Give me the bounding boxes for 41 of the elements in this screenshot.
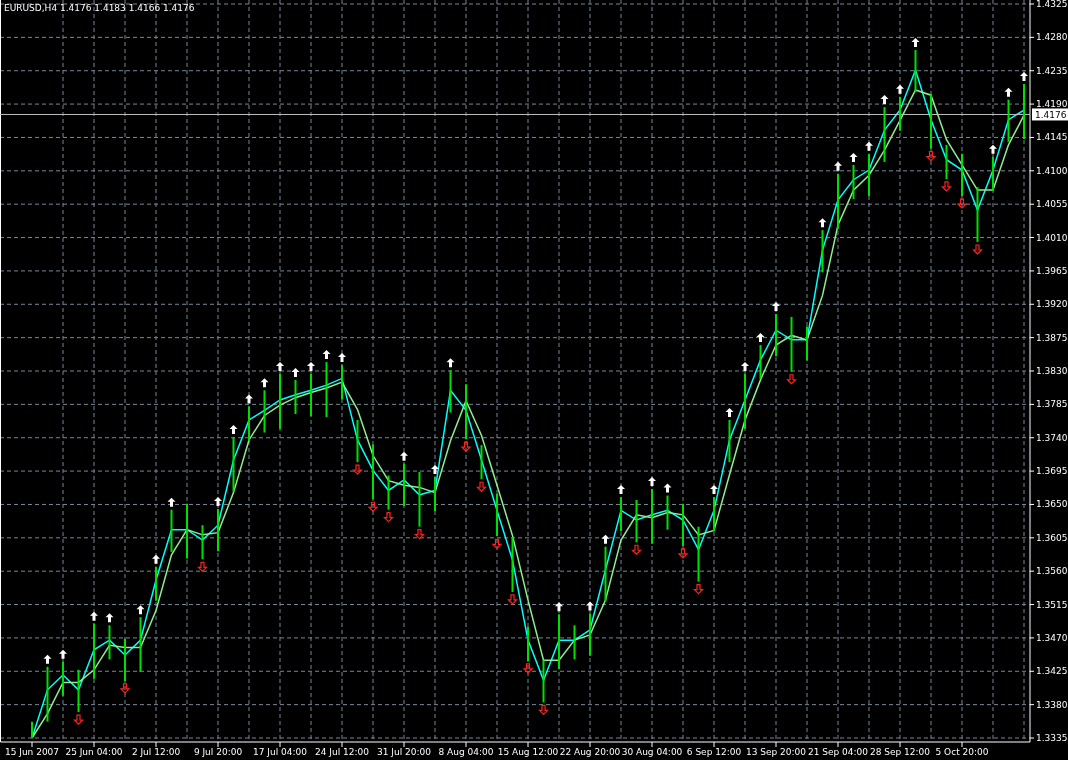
time-axis-label: 28 Sep 12:00 (869, 747, 931, 757)
price-axis-label: 1.4010 (1036, 232, 1068, 243)
price-axis-label: 1.3605 (1036, 532, 1068, 543)
time-axis-label: 2 Jul 12:00 (131, 747, 181, 757)
price-axis-label: 1.4190 (1036, 99, 1068, 110)
time-axis-label: 22 Aug 20:00 (559, 747, 621, 757)
price-axis-label: 1.4235 (1036, 65, 1068, 76)
chart-title: EURUSD,H4 1.4176 1.4183 1.4166 1.4176 (4, 3, 195, 13)
time-axis-label: 25 Jun 04:00 (65, 747, 123, 757)
price-axis-label: 1.3425 (1036, 666, 1068, 677)
time-axis-label: 15 Aug 12:00 (497, 747, 559, 757)
price-axis-label: 1.3875 (1036, 332, 1068, 343)
price-axis-label: 1.4325 (1036, 0, 1068, 9)
price-axis-label: 1.3785 (1036, 399, 1068, 410)
time-axis-label: 21 Sep 04:00 (807, 747, 869, 757)
price-axis-label: 1.3335 (1036, 733, 1068, 743)
price-axis-label: 1.3470 (1036, 632, 1068, 643)
price-axis-label: 1.3695 (1036, 466, 1068, 477)
price-axis-label: 1.3380 (1036, 699, 1068, 710)
time-axis-label: 17 Jul 04:00 (253, 747, 307, 757)
time-axis-label: 6 Sep 12:00 (686, 747, 742, 757)
time-axis-label: 9 Jul 20:00 (193, 747, 243, 757)
price-axis-label: 1.3920 (1036, 299, 1068, 310)
time-axis-label: 15 Jun 2007 (4, 747, 60, 757)
price-axis-label: 1.3650 (1036, 499, 1068, 510)
price-axis-label: 1.4145 (1036, 132, 1068, 143)
price-axis-label: 1.3560 (1036, 566, 1068, 577)
price-axis-label: 1.3740 (1036, 432, 1068, 443)
time-axis-label: 30 Aug 04:00 (621, 747, 683, 757)
time-axis-label: 31 Jul 20:00 (377, 747, 431, 757)
time-axis-label: 8 Aug 04:00 (438, 747, 494, 757)
current-price-tag: 1.4176 (1032, 108, 1068, 121)
time-axis-label: 13 Sep 20:00 (745, 747, 807, 757)
price-axis-label: 1.3515 (1036, 599, 1068, 610)
price-axis-label: 1.4055 (1036, 199, 1068, 210)
price-axis-label: 1.4280 (1036, 32, 1068, 43)
price-axis-label: 1.3965 (1036, 265, 1068, 276)
price-axis-label: 1.3830 (1036, 366, 1068, 376)
time-axis-label: 5 Oct 20:00 (935, 747, 989, 757)
time-axis-label: 24 Jul 12:00 (315, 747, 369, 757)
price-axis-label: 1.4100 (1036, 165, 1068, 176)
